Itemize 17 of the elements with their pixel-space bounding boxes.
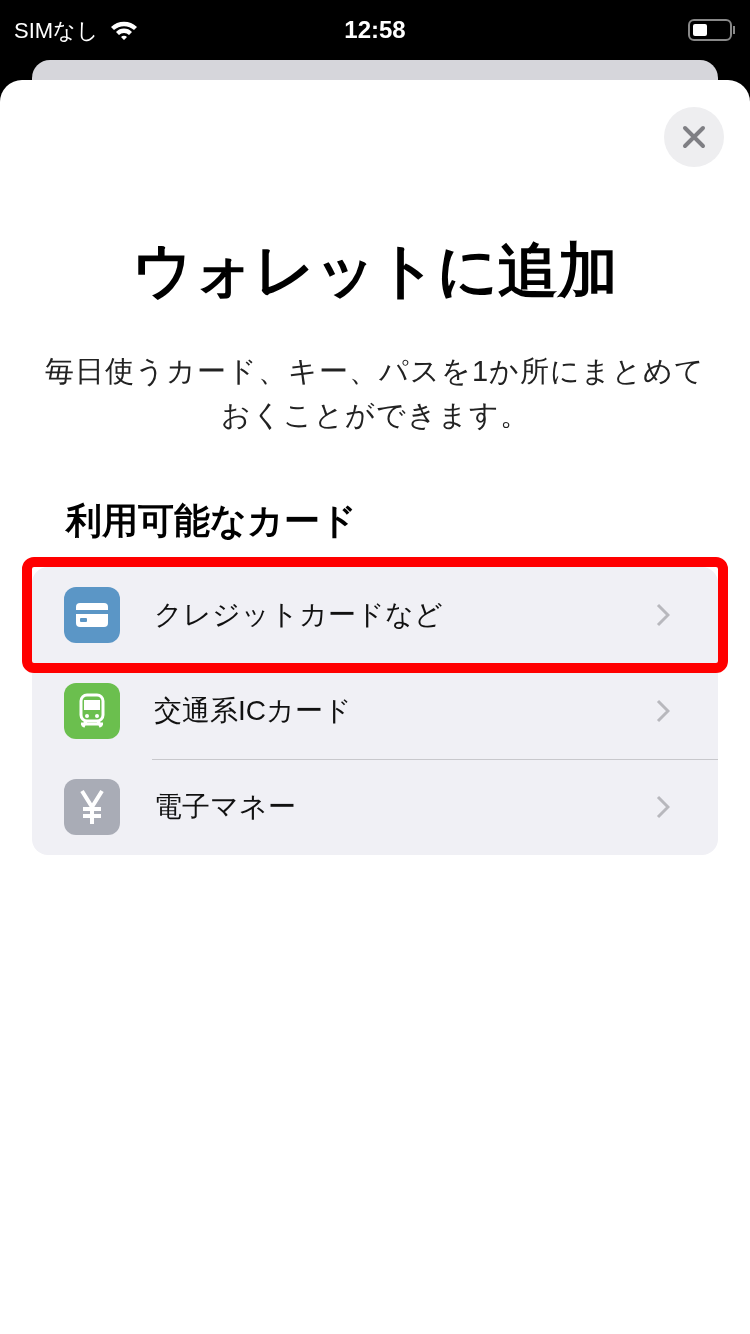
section-title: 利用可能なカード [64,499,358,543]
wifi-icon [109,19,140,41]
chevron-icon [656,795,670,819]
item-label: 電子マネー [154,790,297,824]
chevron-icon [656,603,670,627]
carrier-label: SIMなし [14,16,100,45]
close-icon [682,125,706,149]
list-item[interactable]: 電子マネー [32,759,718,855]
description-text: 毎日使うカード、キー、パスを1か所にまとめておくことができます。 [43,354,707,433]
list-item[interactable]: クレジットカードなど [32,567,718,663]
sheet-title: ウォレットに追加 [131,236,619,306]
item-label: 交通系ICカード [154,694,353,728]
battery-icon [688,18,736,42]
chevron-icon [656,699,670,723]
list-item[interactable]: 交通系ICカード [32,663,718,759]
clock-label: 12:58 [344,15,406,45]
item-label: クレジットカードなど [154,598,444,632]
